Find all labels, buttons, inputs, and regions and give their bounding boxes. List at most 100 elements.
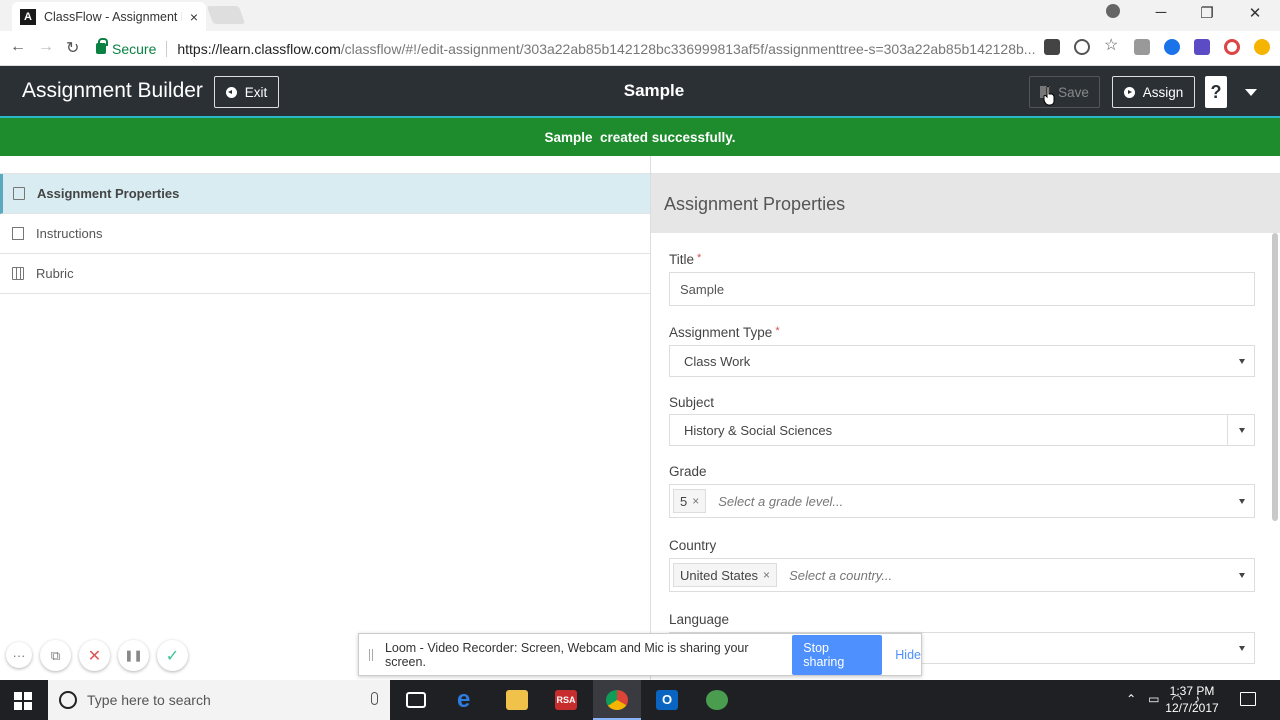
restore-button[interactable]: ❐ xyxy=(1184,4,1230,22)
document-icon xyxy=(12,227,24,240)
edge-icon[interactable]: e xyxy=(457,686,479,713)
hide-button[interactable]: Hide xyxy=(895,648,921,662)
bookmark-star-icon[interactable]: ☆ xyxy=(1104,38,1120,55)
loom-pause-icon[interactable]: ❚❚ xyxy=(118,640,149,671)
forward-circle-icon xyxy=(1123,86,1135,98)
loom-toolbar: ··· ⧉ ✕ ❚❚ ✓ xyxy=(6,640,188,671)
panel-divider xyxy=(650,156,651,680)
tab-title: ClassFlow - Assignment B xyxy=(44,9,182,24)
minimize-button[interactable]: ─ xyxy=(1138,4,1184,21)
chrome-extension-icon[interactable] xyxy=(1224,39,1240,55)
chrome-icon xyxy=(606,690,628,710)
assignment-type-select[interactable]: Class Work xyxy=(669,345,1255,377)
save-button[interactable]: Save xyxy=(1029,76,1100,108)
assignment-tree: Assignment Properties Instructions Rubri… xyxy=(0,174,650,294)
caret-down-icon xyxy=(1245,88,1257,96)
title-label-text: Title xyxy=(669,252,695,267)
chevron-up-icon[interactable]: ⌃ xyxy=(1126,692,1136,706)
battery-icon[interactable]: ▭ xyxy=(1148,692,1159,706)
required-marker: * xyxy=(697,252,702,264)
grade-tag-label: 5 xyxy=(680,493,688,509)
remove-tag-icon[interactable]: × xyxy=(692,494,699,508)
zoom-icon[interactable] xyxy=(1074,39,1090,55)
panel-title: Assignment Properties xyxy=(664,194,846,214)
menu-dropdown-button[interactable] xyxy=(1236,76,1266,108)
back-icon[interactable]: ← xyxy=(10,38,26,56)
tree-item-instructions[interactable]: Instructions xyxy=(0,214,650,254)
tree-item-label: Rubric xyxy=(36,266,74,281)
extension-purple-icon[interactable] xyxy=(1194,39,1210,55)
country-label: Country xyxy=(669,538,717,553)
browser-tab-bar: A ClassFlow - Assignment B × ─ ❐ ✕ xyxy=(0,0,1280,31)
tab-close-icon[interactable]: × xyxy=(190,9,198,25)
loom-sharing-bar: Loom - Video Recorder: Screen, Webcam an… xyxy=(358,633,922,676)
loom-sharing-message: Loom - Video Recorder: Screen, Webcam an… xyxy=(384,640,749,669)
close-window-button[interactable]: ✕ xyxy=(1232,4,1278,22)
toolbar-strip xyxy=(0,156,1280,174)
reload-icon[interactable]: ↻ xyxy=(66,38,79,58)
assignment-type-value: Class Work xyxy=(684,353,751,369)
browser-tab[interactable]: A ClassFlow - Assignment B × xyxy=(12,2,206,31)
chevron-down-icon xyxy=(1239,499,1245,504)
omnibox[interactable]: Secure https://learn.classflow.com/class… xyxy=(96,36,1118,61)
drag-handle-icon[interactable] xyxy=(369,648,373,661)
select-separator xyxy=(1227,415,1228,445)
tree-item-rubric[interactable]: Rubric xyxy=(0,254,650,294)
outlook-icon[interactable]: O xyxy=(656,690,678,710)
taskbar-clock[interactable]: 1:37 PM 12/7/2017 xyxy=(1160,683,1224,717)
stop-sharing-button[interactable]: Stop sharing xyxy=(792,634,883,675)
country-multiselect[interactable]: United States × Select a country... xyxy=(669,558,1255,592)
task-view-icon[interactable] xyxy=(406,692,426,708)
chevron-down-icon xyxy=(1239,359,1245,364)
tree-item-assignment-properties[interactable]: Assignment Properties xyxy=(0,174,650,214)
file-explorer-icon[interactable] xyxy=(506,690,528,710)
chevron-down-icon xyxy=(1239,573,1245,578)
title-label: Title * xyxy=(669,252,701,267)
assign-button[interactable]: Assign xyxy=(1112,76,1195,108)
clock-date: 12/7/2017 xyxy=(1165,701,1219,715)
loom-more-icon[interactable]: ··· xyxy=(6,642,32,668)
hand-cursor-icon xyxy=(1043,86,1055,106)
assignment-type-label: Assignment Type * xyxy=(669,325,780,340)
title-value: Sample xyxy=(680,281,725,297)
subject-value: History & Social Sciences xyxy=(684,422,833,438)
windows-start-icon[interactable] xyxy=(14,692,32,710)
title-input[interactable]: Sample xyxy=(669,272,1255,306)
url-text[interactable]: https://learn.classflow.com/classflow/#!… xyxy=(177,41,1037,57)
loom-finish-icon[interactable]: ✓ xyxy=(157,640,188,671)
assignment-type-label-text: Assignment Type xyxy=(669,325,773,340)
grade-tag: 5 × xyxy=(673,489,707,513)
forward-icon[interactable]: → xyxy=(38,38,54,56)
extension-yellow-icon[interactable] xyxy=(1254,39,1270,55)
tree-item-label: Instructions xyxy=(36,226,103,241)
camera-icon[interactable] xyxy=(1044,39,1060,55)
chevron-down-icon xyxy=(1239,428,1245,433)
chevron-down-icon xyxy=(1239,646,1245,651)
url-path: /classflow/#!/edit-assignment/303a22ab85… xyxy=(340,40,1036,57)
search-placeholder: Type here to search xyxy=(87,692,211,708)
grade-multiselect[interactable]: 5 × Select a grade level... xyxy=(669,484,1255,518)
taskbar-search[interactable]: Type here to search xyxy=(48,680,390,720)
success-message: Sample created successfully. xyxy=(544,129,736,145)
new-tab-button[interactable] xyxy=(206,6,246,24)
address-bar: ← → ↻ Secure https://learn.classflow.com… xyxy=(0,31,1280,66)
extension-blue-icon[interactable] xyxy=(1164,39,1180,55)
panel-scrollbar[interactable] xyxy=(1272,233,1278,521)
profile-icon[interactable] xyxy=(1106,4,1120,18)
country-tag-label: United States xyxy=(680,567,759,583)
extension-gray-icon[interactable] xyxy=(1134,39,1150,55)
tree-item-label: Assignment Properties xyxy=(37,186,180,201)
subject-select[interactable]: History & Social Sciences xyxy=(669,414,1255,446)
url-domain: https://learn.classflow.com xyxy=(177,40,341,57)
classflow-favicon-icon: A xyxy=(20,8,36,25)
secure-label: Secure xyxy=(112,40,168,57)
action-center-icon[interactable] xyxy=(1240,692,1256,706)
help-button[interactable]: ? xyxy=(1205,76,1227,108)
rsa-icon[interactable]: RSA xyxy=(555,690,577,710)
loom-camera-icon[interactable]: ⧉ xyxy=(40,640,71,671)
grid-icon xyxy=(12,267,24,280)
remove-tag-icon[interactable]: × xyxy=(763,568,770,582)
loom-cancel-icon[interactable]: ✕ xyxy=(79,640,110,671)
globe-app-icon[interactable] xyxy=(706,690,728,710)
microphone-icon[interactable] xyxy=(371,692,378,705)
